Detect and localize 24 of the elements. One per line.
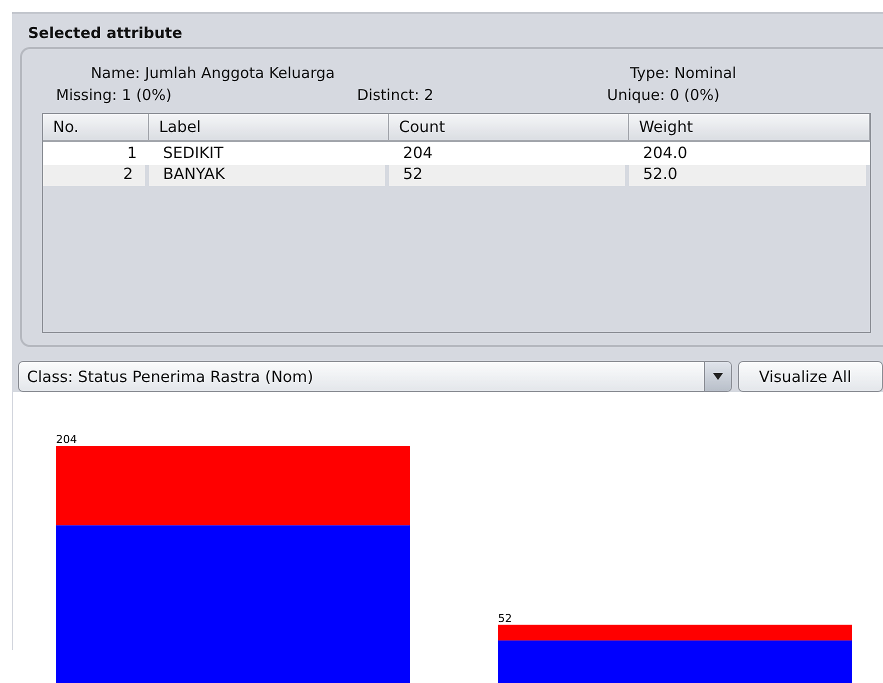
section-title: Selected attribute (27, 23, 184, 44)
bar-value-label: 204 (56, 433, 77, 446)
column-header[interactable]: Label (149, 114, 389, 142)
class-dropdown[interactable]: Class: Status Penerima Rastra (Nom) (18, 361, 732, 392)
table-cell: 1 (43, 144, 149, 165)
field-value: Jumlah Anggota Keluarga (143, 63, 336, 83)
table-cell: SEDIKIT (149, 144, 389, 165)
field-label: Name: (90, 63, 140, 83)
column-header[interactable]: Count (389, 114, 629, 142)
table-cell: 204 (389, 144, 629, 165)
field-value: Missing: 1 (0%) (56, 85, 173, 105)
table-cell: BANYAK (149, 165, 385, 186)
field-value: Type: Nominal (629, 63, 738, 83)
field-value: Distinct: 2 (357, 85, 435, 105)
bar-value-label: 52 (498, 612, 512, 625)
table-cell: 52 (389, 165, 625, 186)
column-header[interactable]: Weight (629, 114, 870, 142)
table-cell: 204.0 (629, 144, 870, 165)
field-value: Unique: 0 (0%) (607, 85, 721, 105)
table-cell: 52.0 (629, 165, 866, 186)
column-header[interactable]: No. (43, 114, 149, 142)
dropdown-arrow-icon (713, 373, 723, 380)
visualize-all-button[interactable]: Visualize All (738, 361, 883, 392)
table-cell: 2 (43, 165, 145, 186)
